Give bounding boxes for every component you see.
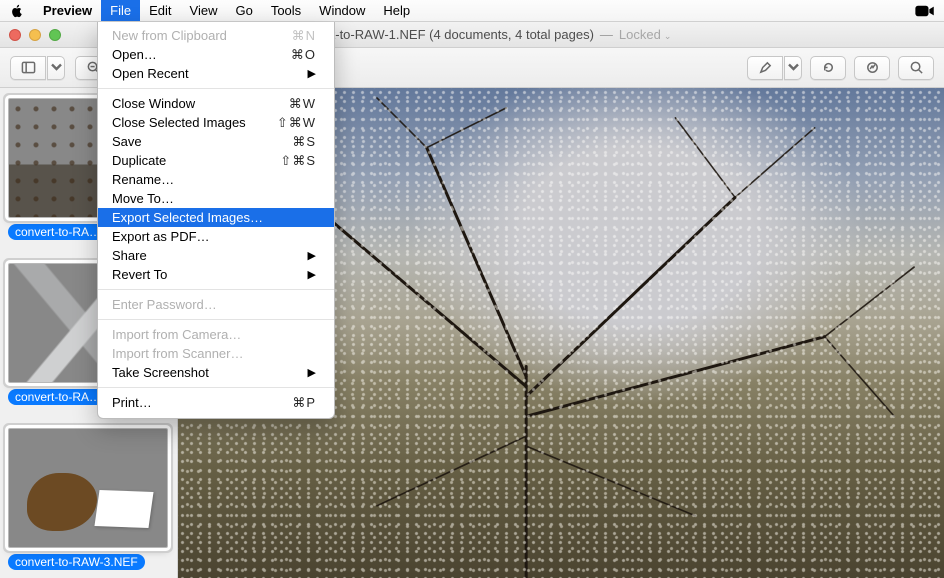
traffic-lights [0, 29, 61, 41]
chevron-right-icon: ▶ [308, 268, 316, 281]
maximize-window-icon[interactable] [49, 29, 61, 41]
macos-menubar: Preview FileEditViewGoToolsWindowHelp [0, 0, 944, 22]
menubar-item-edit[interactable]: Edit [140, 0, 180, 21]
menubar-item-tools[interactable]: Tools [262, 0, 310, 21]
menubar-item-view[interactable]: View [181, 0, 227, 21]
menubar-app-name[interactable]: Preview [34, 0, 101, 21]
rotate-button[interactable] [810, 56, 846, 80]
menu-item-open[interactable]: Open…⌘O [98, 45, 334, 64]
highlight-button[interactable] [747, 56, 802, 80]
menubar-item-go[interactable]: Go [226, 0, 261, 21]
menu-item-move-to[interactable]: Move To… [98, 189, 334, 208]
menu-item-new-from-clipboard: New from Clipboard⌘N [98, 26, 334, 45]
facetime-icon[interactable] [914, 4, 936, 18]
menu-item-export-as-pdf[interactable]: Export as PDF… [98, 227, 334, 246]
menu-item-revert-to[interactable]: Revert To▶ [98, 265, 334, 284]
menu-item-share[interactable]: Share▶ [98, 246, 334, 265]
file-menu-dropdown: New from Clipboard⌘NOpen…⌘OOpen Recent▶ C… [97, 22, 335, 419]
thumbnail-caption: convert-to-RAW-3.NEF [8, 554, 145, 570]
thumbnail-caption: convert-to-RA… [8, 389, 108, 405]
minimize-window-icon[interactable] [29, 29, 41, 41]
markup-button[interactable] [854, 56, 890, 80]
menubar-item-help[interactable]: Help [374, 0, 419, 21]
menu-item-save[interactable]: Save⌘S [98, 132, 334, 151]
menu-item-print[interactable]: Print…⌘P [98, 393, 334, 412]
menu-item-rename[interactable]: Rename… [98, 170, 334, 189]
menu-item-import-from-scanner: Import from Scanner… [98, 344, 334, 363]
menu-item-close-selected-images[interactable]: Close Selected Images⇧⌘W [98, 113, 334, 132]
menu-item-take-screenshot[interactable]: Take Screenshot▶ [98, 363, 334, 382]
menu-item-export-selected-images[interactable]: Export Selected Images… [98, 208, 334, 227]
menu-item-open-recent[interactable]: Open Recent▶ [98, 64, 334, 83]
chevron-right-icon: ▶ [308, 249, 316, 262]
chevron-right-icon: ▶ [308, 67, 316, 80]
thumbnail-image [8, 428, 168, 548]
menubar-item-file[interactable]: File [101, 0, 140, 21]
menu-item-duplicate[interactable]: Duplicate⇧⌘S [98, 151, 334, 170]
sidebar-toggle[interactable] [10, 56, 65, 80]
search-button[interactable] [898, 56, 934, 80]
apple-logo-icon [10, 4, 24, 18]
menu-item-close-window[interactable]: Close Window⌘W [98, 94, 334, 113]
thumbnail-caption: convert-to-RA… [8, 224, 108, 240]
menu-item-import-from-camera: Import from Camera… [98, 325, 334, 344]
thumbnail[interactable]: convert-to-RAW-3.NEF [8, 428, 169, 575]
window-title: convert-to-RAW-1.NEF (4 documents, 4 tot… [293, 27, 594, 42]
menu-item-enter-password: Enter Password… [98, 295, 334, 314]
locked-indicator[interactable]: Locked⌄ [619, 27, 671, 42]
chevron-right-icon: ▶ [308, 366, 316, 379]
close-window-icon[interactable] [9, 29, 21, 41]
menubar-item-window[interactable]: Window [310, 0, 374, 21]
